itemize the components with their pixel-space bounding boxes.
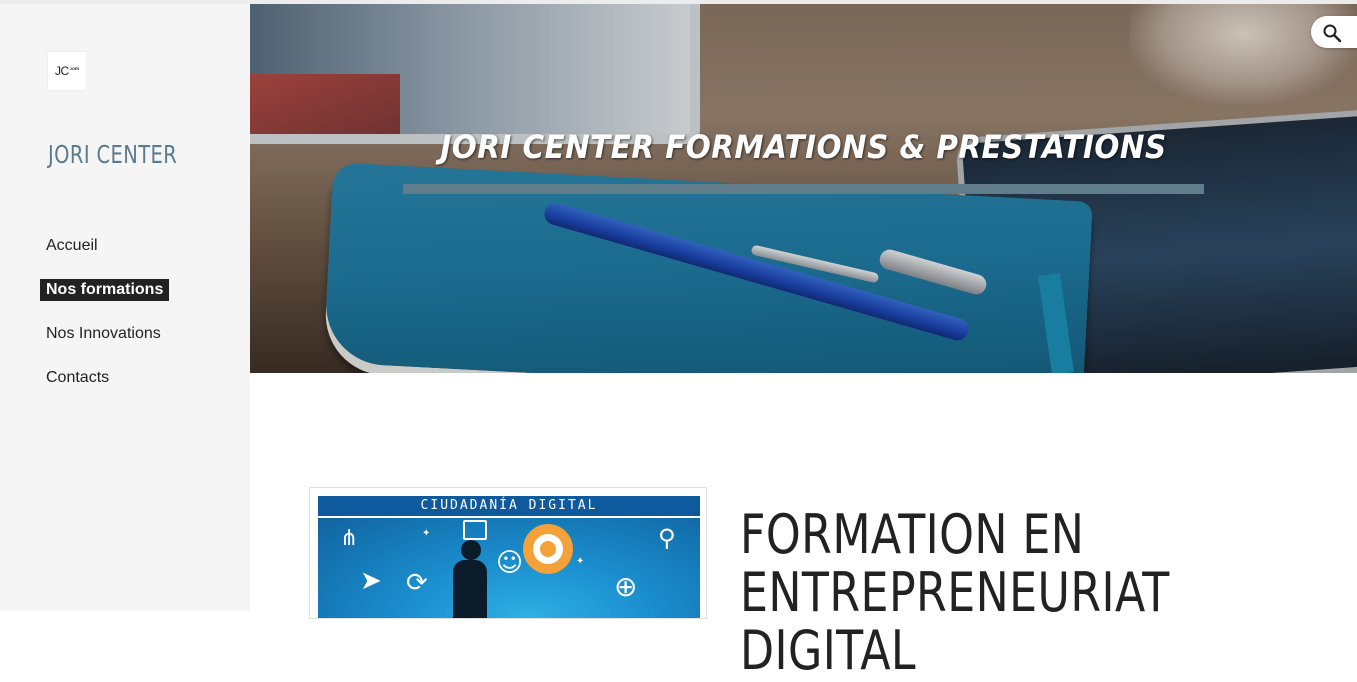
share-icon: ⋔: [340, 526, 359, 551]
hero-banner: JORI CENTER FORMATIONS & PRESTATIONS: [250, 4, 1357, 373]
nav-item-contacts[interactable]: Contacts: [40, 367, 115, 389]
sparkle-icon: ✦: [576, 556, 585, 567]
person-body-icon: [453, 560, 487, 618]
nav-item-nos-innovations[interactable]: Nos Innovations: [40, 323, 167, 345]
logo-subtext: JORI: [69, 65, 79, 71]
sparkle-icon: ✦: [422, 528, 431, 539]
user-icon: ☺: [496, 548, 524, 578]
nav-item-accueil[interactable]: Accueil: [40, 235, 104, 257]
formation-image[interactable]: CIUDADANÍA DIGITAL ⋔ ➤ ⟳ ☺ ⚲ ⊕ ✦ ✦: [310, 488, 706, 618]
person-head-icon: [461, 540, 481, 560]
formation-title[interactable]: FORMATION EN ENTREPRENEURIAT DIGITAL: [740, 506, 1199, 680]
sync-icon: ⟳: [406, 568, 428, 598]
site-title[interactable]: JORI CENTER: [48, 140, 177, 169]
search-button[interactable]: [1311, 16, 1357, 48]
paper-plane-icon: ➤: [360, 566, 382, 596]
sidebar: JC JORI JORI CENTER Accueil Nos formatio…: [0, 4, 250, 611]
formation-image-banner: CIUDADANÍA DIGITAL: [318, 496, 700, 516]
formation-image-illustration: ⋔ ➤ ⟳ ☺ ⚲ ⊕ ✦ ✦: [318, 518, 700, 618]
search-icon: [1323, 24, 1342, 43]
globe-icon: ⊕: [614, 570, 638, 603]
nav-item-nos-formations[interactable]: Nos formations: [40, 279, 170, 301]
location-pin-icon: ⚲: [658, 524, 676, 552]
main-navigation: Accueil Nos formations Nos Innovations C…: [40, 235, 170, 411]
logo-text: JC: [54, 64, 69, 78]
target-center: [540, 541, 556, 557]
formation-image-banner-text: CIUDADANÍA DIGITAL: [420, 498, 598, 513]
hero-accent-bar: [403, 184, 1204, 194]
hero-title: JORI CENTER FORMATIONS & PRESTATIONS: [440, 128, 1167, 166]
calendar-icon: [463, 520, 487, 540]
site-logo[interactable]: JC JORI: [48, 52, 86, 90]
